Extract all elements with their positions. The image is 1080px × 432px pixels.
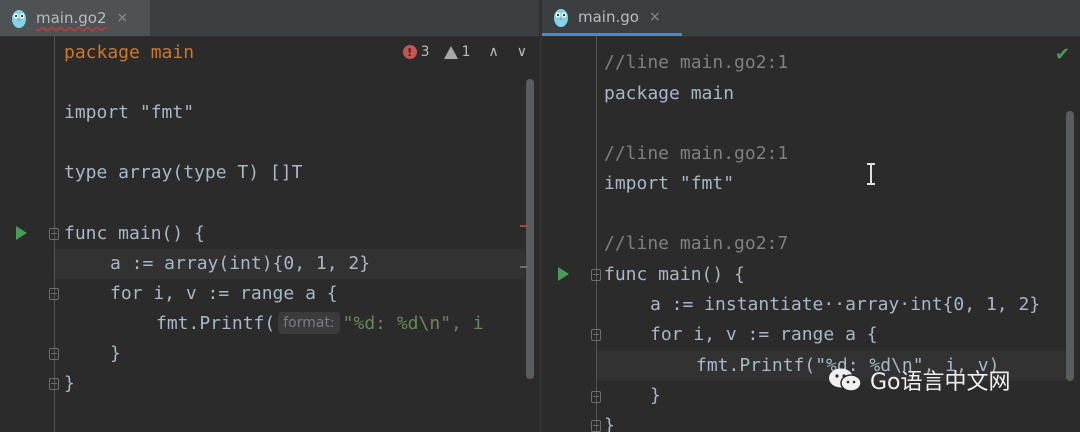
fold-icon[interactable]: [49, 378, 59, 390]
tab-main-go2[interactable]: main.go2 ×: [0, 0, 150, 36]
fold-icon[interactable]: [591, 420, 601, 432]
gopher-icon: [10, 7, 28, 29]
code-line: }: [64, 373, 75, 394]
code-line: //line main.go2:7: [604, 233, 789, 254]
stripe-mark[interactable]: [520, 266, 528, 268]
left-editor-pane: main.go2 × ! 3 1 ∧ ∨ package main import…: [0, 0, 539, 432]
right-tab-bar: main.go ×: [542, 0, 1080, 37]
code-line: package main: [64, 42, 195, 63]
error-stripe-mark[interactable]: [520, 225, 528, 227]
code-line: import "fmt": [604, 173, 735, 194]
code-line: }: [604, 415, 615, 432]
fold-icon[interactable]: [49, 288, 59, 300]
code-line: //line main.go2:1: [604, 143, 789, 164]
close-icon[interactable]: ×: [117, 10, 129, 26]
code-line: a := array(int){0, 1, 2}: [110, 253, 371, 274]
fold-icon[interactable]: [591, 391, 601, 403]
tab-label: main.go: [578, 7, 639, 26]
code-line: }: [110, 343, 121, 364]
tab-label: main.go2: [36, 9, 107, 27]
left-code-area[interactable]: package main import "fmt" type array(typ…: [0, 36, 539, 432]
fold-icon[interactable]: [49, 228, 59, 240]
fold-icon[interactable]: [49, 348, 59, 360]
gopher-icon: [552, 6, 570, 28]
run-icon[interactable]: [558, 267, 569, 281]
fold-icon[interactable]: [591, 269, 601, 281]
tab-main-go[interactable]: main.go ×: [542, 0, 682, 36]
code-line: type array(type T) []T: [64, 162, 303, 183]
left-tab-bar: main.go2 ×: [0, 0, 539, 37]
code-line: for i, v := range a {: [110, 283, 338, 304]
code-line: //line main.go2:1: [604, 52, 789, 73]
watermark-text: Go语言中文网: [870, 370, 1011, 395]
text-cursor-icon: [867, 163, 875, 185]
wechat-icon: [828, 367, 862, 393]
vertical-scrollbar[interactable]: [526, 79, 534, 379]
vertical-scrollbar[interactable]: [1066, 111, 1074, 381]
close-icon[interactable]: ×: [649, 9, 661, 25]
code-line: fmt.Printf(format: "%d: %d\n", i: [156, 312, 484, 334]
code-line: a := instantiate··array·int{0, 1, 2}: [650, 294, 1041, 315]
code-line: func main() {: [64, 223, 205, 244]
parameter-hint: format:: [278, 312, 340, 334]
code-line: }: [650, 385, 661, 406]
code-line: import "fmt": [64, 102, 195, 123]
fold-icon[interactable]: [591, 329, 601, 341]
watermark: Go语言中文网: [828, 364, 1011, 396]
code-line: package main: [604, 83, 735, 104]
code-line: for i, v := range a {: [650, 324, 878, 345]
code-line: func main() {: [604, 264, 745, 285]
run-icon[interactable]: [16, 226, 27, 240]
